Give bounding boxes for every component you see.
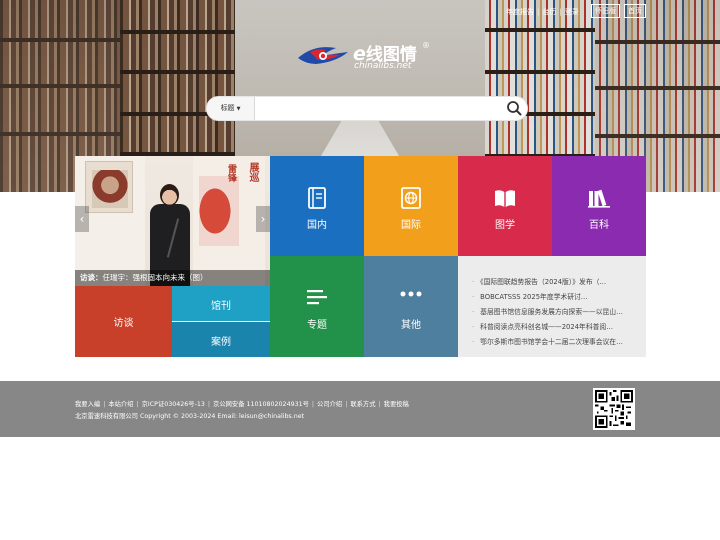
tile-encyclopedia[interactable]: 百科 xyxy=(552,156,646,256)
footer-copyright: 北京雷速科技有限公司 Copyright © 2003-2024 Email: … xyxy=(75,413,305,420)
book-icon xyxy=(308,187,326,209)
tile-journal[interactable]: 馆刊 xyxy=(172,286,270,321)
search-input[interactable] xyxy=(256,97,501,120)
tile-international-label: 国际 xyxy=(401,220,421,231)
old-version-button[interactable]: 怀旧版 xyxy=(591,4,620,18)
globe-book-icon xyxy=(401,187,421,209)
chevron-down-icon: ▼ xyxy=(236,106,241,112)
top-links: 年度报告 | 台历 | 登录 xyxy=(506,8,579,16)
news-item[interactable]: · 基层图书馆信息服务发展方向探索——以昆山… xyxy=(472,305,640,320)
tile-international[interactable]: 国际 xyxy=(364,156,458,256)
news-item[interactable]: · BOBCATSSS 2025年度学术研讨… xyxy=(472,290,640,305)
site-logo[interactable]: e线图情 ® chinalibs.net xyxy=(296,40,436,74)
calendar-link[interactable]: 台历 xyxy=(542,8,556,16)
page: 年度报告 | 台历 | 登录 怀旧版 首页 e线图情 ® chinalibs.net 标… xyxy=(0,0,720,540)
search-bar: 标题 ▼ xyxy=(206,96,528,121)
footer-link-police-record[interactable]: 京公网安备 11010802024931号 xyxy=(213,401,309,408)
slide-photo-poster xyxy=(85,161,133,213)
tile-library-science[interactable]: 图学 xyxy=(458,156,552,256)
featured-slider[interactable]: 雷锋 展巡 ‹ › 访谈：任瑞宇：强根固本向未来（图） xyxy=(75,156,270,286)
tile-library-science-label: 图学 xyxy=(495,220,515,231)
news-item[interactable]: · 鄂尔多斯市图书馆学会十二届二次理事会议在… xyxy=(472,335,640,350)
qr-code-icon xyxy=(593,388,635,430)
tile-domestic-label: 国内 xyxy=(307,220,327,231)
more-dots-icon xyxy=(400,291,422,297)
news-panel: · 《国际图联趋势报告（2024版）》发布（… · BOBCATSSS 2025年度… xyxy=(458,256,646,357)
logo-emblem-icon xyxy=(298,47,348,64)
slider-prev-arrow-icon[interactable]: ‹ xyxy=(75,206,89,232)
login-link[interactable]: 登录 xyxy=(565,8,579,16)
slide-exhibition-poster: 雷锋 展巡 xyxy=(193,156,265,286)
books-stack-icon xyxy=(588,189,610,208)
news-list: · 《国际图联趋势报告（2024版）》发布（… · BOBCATSSS 2025年度… xyxy=(472,275,640,350)
news-item[interactable]: · 《国际图联趋势报告（2024版）》发布（… xyxy=(472,275,640,290)
lines-icon xyxy=(307,290,327,305)
logo-registered-mark: ® xyxy=(422,41,430,50)
footer-link-company[interactable]: 公司介绍 xyxy=(317,401,342,408)
footer-link-icp[interactable]: 京ICP证030426号-13 xyxy=(142,401,205,408)
tile-journal-label: 馆刊 xyxy=(211,301,231,312)
footer-links: 我要入编 | 本站介绍 | 京ICP证030426号-13 | 京公网安备 11010802… xyxy=(75,401,409,408)
footer-link-join[interactable]: 我要入编 xyxy=(75,401,100,408)
tile-encyclopedia-label: 百科 xyxy=(589,220,609,231)
search-icon[interactable] xyxy=(505,99,523,117)
slider-next-arrow-icon[interactable]: › xyxy=(256,206,270,232)
search-scope-select[interactable]: 标题 ▼ xyxy=(207,97,255,120)
logo-domain: chinalibs.net xyxy=(354,61,412,71)
news-item[interactable]: · 科普阅读点亮科创名城——2024年科普阅… xyxy=(472,320,640,335)
tile-other[interactable]: 其他 xyxy=(364,256,458,357)
tile-case-label: 案例 xyxy=(211,337,231,348)
tile-topic[interactable]: 专题 xyxy=(270,256,364,357)
site-footer: 我要入编 | 本站介绍 | 京ICP证030426号-13 | 京公网安备 11010802… xyxy=(0,381,720,437)
open-book-icon xyxy=(495,190,515,207)
slider-caption[interactable]: 访谈：任瑞宇：强根固本向未来（图） xyxy=(75,270,270,286)
home-button[interactable]: 首页 xyxy=(624,4,646,18)
tile-interview-label: 访谈 xyxy=(113,318,134,329)
tile-case[interactable]: 案例 xyxy=(172,322,270,357)
tile-topic-label: 专题 xyxy=(307,320,327,331)
footer-link-submit[interactable]: 我要投稿 xyxy=(384,401,409,408)
tile-other-label: 其他 xyxy=(401,320,421,331)
footer-link-about-site[interactable]: 本站介绍 xyxy=(108,401,133,408)
tile-domestic[interactable]: 国内 xyxy=(270,156,364,256)
annual-report-link[interactable]: 年度报告 xyxy=(506,8,534,16)
footer-link-contact[interactable]: 联系方式 xyxy=(350,401,375,408)
tile-interview[interactable]: 访谈 xyxy=(75,286,172,357)
